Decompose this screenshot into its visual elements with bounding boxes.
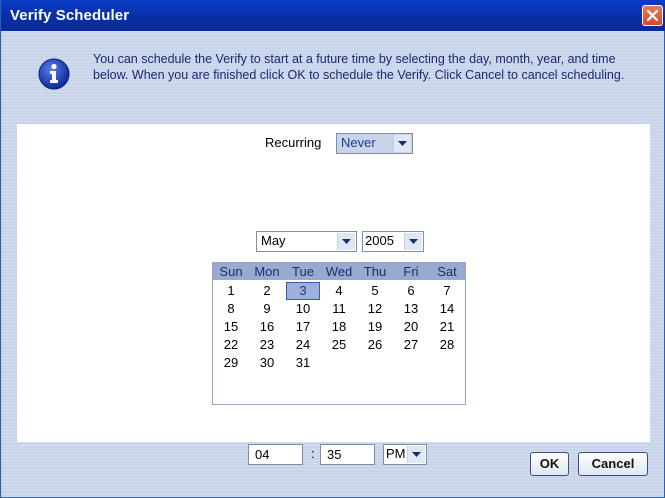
info-message: You can schedule the Verify to start at … — [93, 52, 625, 82]
calendar-day[interactable]: 23 — [250, 336, 284, 354]
calendar-day[interactable]: 11 — [322, 300, 356, 318]
hour-field[interactable]: 04 — [248, 444, 303, 465]
calendar-day[interactable]: 17 — [286, 318, 320, 336]
day-name: Mon — [254, 264, 280, 279]
chevron-down-icon — [409, 239, 418, 244]
day-name: Sat — [437, 264, 457, 279]
month-select[interactable]: May — [256, 231, 357, 252]
month-value: May — [261, 233, 286, 248]
calendar-day[interactable]: 10 — [286, 300, 320, 318]
calendar-day[interactable]: 22 — [214, 336, 248, 354]
calendar-day[interactable]: 27 — [394, 336, 428, 354]
calendar-day[interactable]: 24 — [286, 336, 320, 354]
minute-field[interactable]: 35 — [320, 444, 375, 465]
recurring-dropdown-button[interactable] — [393, 135, 411, 152]
calendar-day[interactable]: 21 — [430, 318, 464, 336]
ampm-dropdown-button[interactable] — [407, 446, 425, 463]
day-name: Fri — [403, 264, 419, 279]
ampm-select[interactable]: PM — [383, 444, 427, 465]
minute-value: 35 — [327, 447, 342, 462]
calendar-day[interactable]: 16 — [250, 318, 284, 336]
chevron-down-icon — [398, 141, 407, 146]
time-separator: : — [311, 446, 315, 461]
chevron-down-icon — [412, 452, 421, 457]
recurring-value: Never — [341, 135, 376, 150]
year-value: 2005 — [365, 233, 394, 248]
calendar-day[interactable]: 31 — [286, 354, 320, 372]
calendar-day[interactable]: 2 — [250, 282, 284, 300]
calendar-day[interactable]: 29 — [214, 354, 248, 372]
calendar-day[interactable]: 14 — [430, 300, 464, 318]
calendar-day[interactable]: 9 — [250, 300, 284, 318]
schedule-panel: Recurring Never May 2005 Sun Mon Tue Wed… — [17, 124, 650, 465]
window-title: Verify Scheduler — [10, 7, 130, 24]
recurring-select[interactable]: Never — [336, 133, 413, 154]
day-name: Wed — [325, 264, 353, 279]
hour-value: 04 — [255, 447, 270, 462]
info-icon — [38, 58, 70, 90]
recurring-label: Recurring — [265, 135, 322, 150]
calendar-day[interactable]: 13 — [394, 300, 428, 318]
calendar-day[interactable]: 1 — [214, 282, 248, 300]
calendar-day-selected[interactable]: 3 — [286, 282, 320, 300]
day-name: Sun — [219, 264, 243, 279]
calendar-day[interactable]: 28 — [430, 336, 464, 354]
ok-button[interactable]: OK — [530, 452, 569, 476]
dialog-content: You can schedule the Verify to start at … — [2, 31, 664, 497]
calendar-day[interactable]: 8 — [214, 300, 248, 318]
calendar-day[interactable]: 7 — [430, 282, 464, 300]
chevron-down-icon — [342, 239, 351, 244]
close-button[interactable] — [642, 5, 663, 26]
calendar-day[interactable]: 5 — [358, 282, 392, 300]
calendar-day[interactable]: 15 — [214, 318, 248, 336]
close-icon — [646, 9, 659, 22]
calendar-day[interactable]: 19 — [358, 318, 392, 336]
calendar-day[interactable]: 30 — [250, 354, 284, 372]
cancel-button[interactable]: Cancel — [578, 452, 648, 476]
verify-scheduler-dialog: Verify Scheduler You can schedule the Ve… — [0, 0, 665, 498]
calendar-grid: Sun Mon Tue Wed Thu Fri Sat 1 2 3 4 5 6 7 8 9 10 1… — [212, 262, 466, 405]
calendar-header: Sun Mon Tue Wed Thu Fri Sat — [213, 263, 465, 280]
calendar-day[interactable]: 25 — [322, 336, 356, 354]
year-dropdown-button[interactable] — [404, 233, 422, 250]
calendar-day[interactable]: 4 — [322, 282, 356, 300]
title-bar[interactable]: Verify Scheduler — [1, 0, 665, 31]
calendar-day[interactable]: 6 — [394, 282, 428, 300]
day-name: Thu — [363, 264, 387, 279]
ampm-value: PM — [386, 446, 406, 461]
month-dropdown-button[interactable] — [337, 233, 355, 250]
day-name: Tue — [292, 264, 314, 279]
calendar-day[interactable]: 20 — [394, 318, 428, 336]
calendar-day[interactable]: 26 — [358, 336, 392, 354]
year-select[interactable]: 2005 — [362, 231, 424, 252]
calendar-day[interactable]: 18 — [322, 318, 356, 336]
calendar-day[interactable]: 12 — [358, 300, 392, 318]
